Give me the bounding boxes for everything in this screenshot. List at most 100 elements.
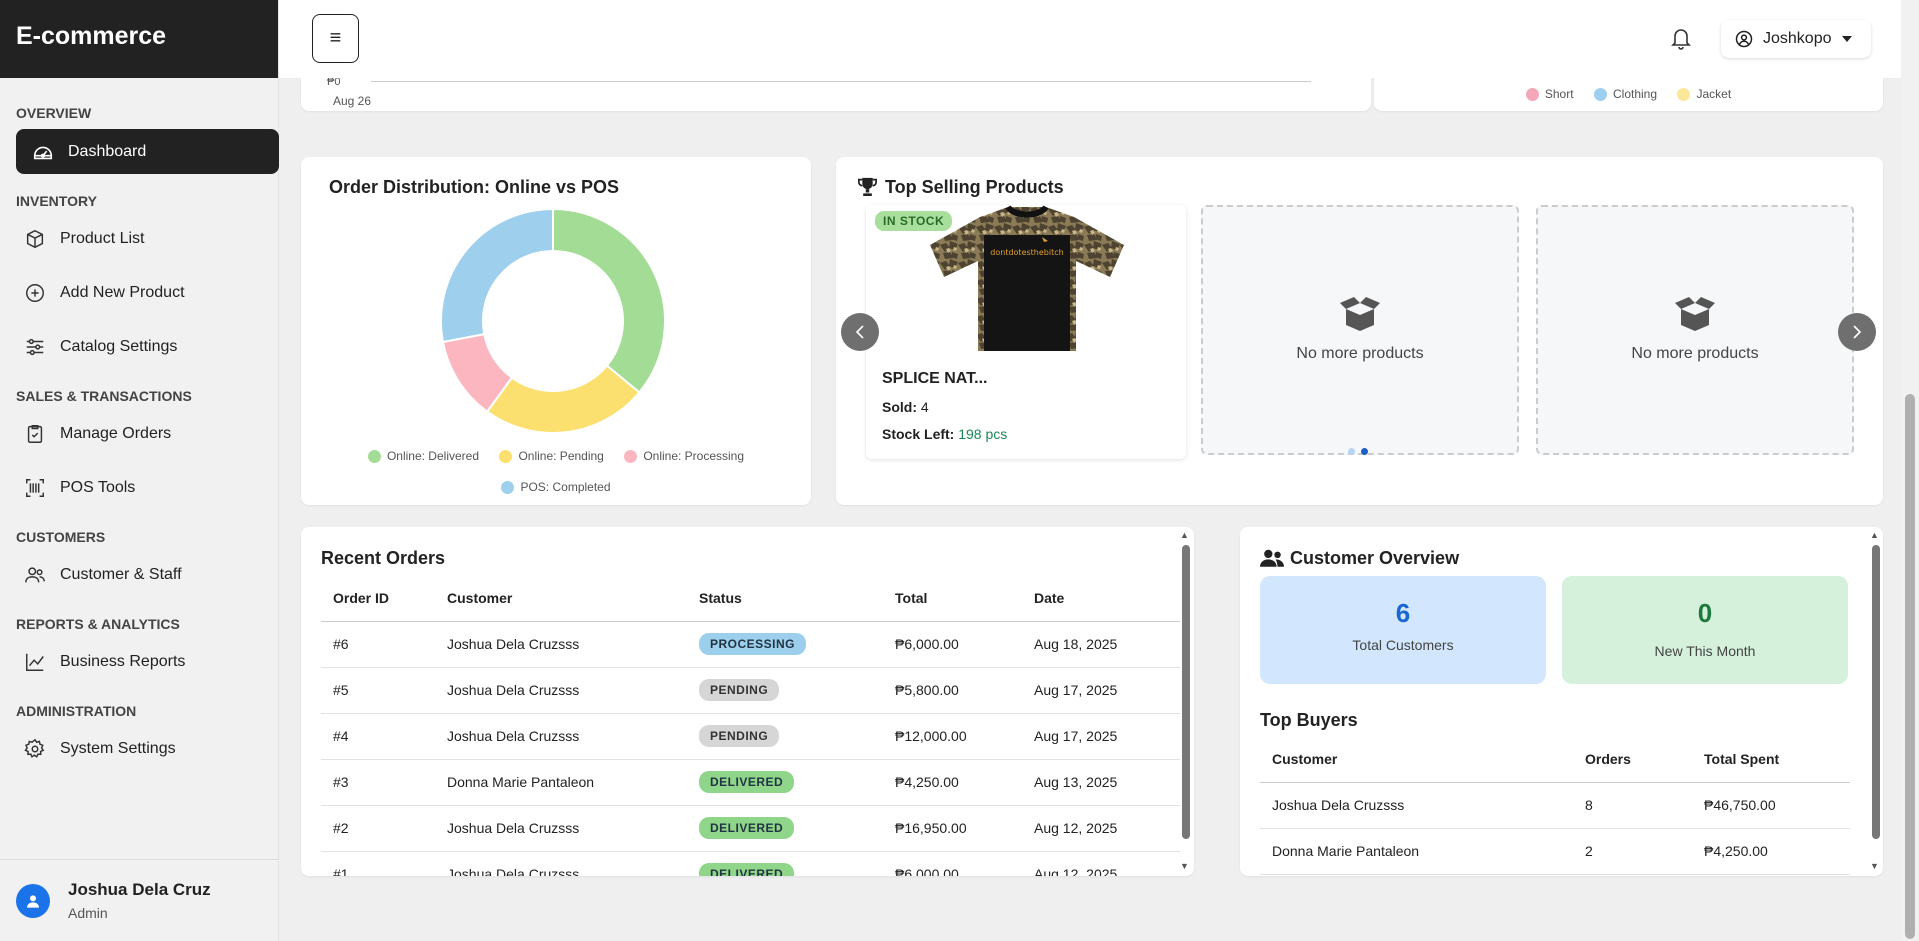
order-date: Aug 17, 2025	[1022, 713, 1180, 760]
status-cell: PENDING	[687, 667, 883, 714]
open-box-icon	[1675, 297, 1715, 331]
table-row[interactable]: #6 Joshua Dela Cruzsss PROCESSING ₱6,000.00…	[321, 621, 1180, 668]
col-status: Status	[687, 575, 883, 622]
sidebar-item-label: Manage Orders	[60, 425, 172, 442]
menu-toggle-button[interactable]: ≡	[312, 14, 359, 63]
sidebar-item-customer-staff[interactable]: Customer & Staff	[16, 553, 279, 597]
table-row[interactable]: #3 Donna Marie Pantaleon DELIVERED ₱4,250.0…	[321, 759, 1180, 806]
sidebar-item-dashboard[interactable]: Dashboard	[16, 129, 279, 174]
box-icon	[26, 229, 44, 249]
order-customer: Joshua Dela Cruzsss	[435, 667, 687, 714]
user-profile[interactable]: Joshua Dela Cruz Admin	[0, 859, 279, 941]
account-dropdown[interactable]: Joshkopo	[1721, 20, 1871, 58]
sidebar-item-label: System Settings	[60, 740, 176, 757]
col-total: Total	[883, 575, 1022, 622]
carousel-next-button[interactable]	[1838, 313, 1876, 351]
order-date: Aug 18, 2025	[1022, 621, 1180, 668]
scroll-down-arrow[interactable]: ▼	[1180, 861, 1189, 871]
col-total-spent: Total Spent	[1692, 736, 1850, 783]
order-total: ₱12,000.00	[883, 713, 1022, 760]
sidebar-item-catalog-settings[interactable]: Catalog Settings	[16, 325, 279, 369]
legend-swatch	[501, 480, 515, 494]
scroll-down-arrow[interactable]: ▼	[1870, 861, 1879, 871]
sidebar-item-label: Catalog Settings	[60, 338, 178, 355]
section-inventory: INVENTORY	[16, 193, 97, 209]
table-row[interactable]: #5 Joshua Dela Cruzsss PENDING ₱5,800.00 Aug…	[321, 667, 1180, 714]
page-scrollbar-thumb[interactable]	[1905, 394, 1915, 939]
order-total: ₱6,000.00	[883, 621, 1022, 668]
order-total: ₱5,800.00	[883, 667, 1022, 714]
top-buyers-table-wrap: Customer Orders Total Spent Joshua Dela …	[1260, 736, 1850, 875]
sidebar: E-commerce OVERVIEW Dashboard INVENTORY …	[0, 0, 279, 941]
col-orders: Orders	[1573, 736, 1692, 783]
product-card[interactable]: IN STOCK dontdotesthebitch SPLICE NAT...…	[866, 205, 1186, 459]
shirt-print-text: dontdotesthebitch	[990, 248, 1063, 257]
sidebar-item-business-reports[interactable]: Business Reports	[16, 640, 279, 684]
sidebar-item-product-list[interactable]: Product List	[16, 217, 279, 261]
empty-product-slot: No more products	[1201, 205, 1519, 455]
status-badge: PENDING	[699, 725, 780, 747]
order-id: #5	[321, 667, 435, 714]
sidebar-item-add-product[interactable]: Add New Product	[16, 271, 279, 315]
sidebar-item-label: POS Tools	[60, 479, 136, 496]
donut-slice-3[interactable]	[440, 207, 554, 344]
carousel-dot-active[interactable]	[1361, 448, 1368, 455]
legend-swatch	[499, 449, 513, 463]
donut-slice-0[interactable]	[552, 207, 666, 394]
card-title: Top Selling Products	[885, 177, 1064, 197]
card-title: Order Distribution: Online vs POS	[329, 177, 620, 197]
chevron-left-icon	[855, 325, 864, 339]
people-icon	[25, 567, 45, 583]
table-row[interactable]: Donna Marie Pantaleon 2 ₱4,250.00	[1260, 828, 1850, 875]
order-id: #1	[321, 851, 435, 876]
order-id: #2	[321, 805, 435, 852]
new-this-month-label: New This Month	[1654, 643, 1756, 659]
table-row[interactable]: #4 Joshua Dela Cruzsss PENDING ₱12,000.00 Au…	[321, 713, 1180, 760]
legend-label: Short	[1544, 87, 1574, 101]
sidebar-item-manage-orders[interactable]: Manage Orders	[16, 412, 279, 456]
buyer-name: Joshua Dela Cruzsss	[1260, 782, 1573, 829]
top-bar: ≡ Joshkopo	[279, 0, 1901, 78]
legend-item: Online: Pending	[499, 449, 604, 463]
col-customer: Customer	[1260, 736, 1573, 783]
caret-down-icon	[1841, 36, 1852, 42]
status-badge: DELIVERED	[699, 817, 795, 839]
sidebar-item-label: Business Reports	[60, 653, 186, 670]
legend-item: Online: Delivered	[367, 449, 479, 463]
x-tick-label: Aug 26	[333, 94, 372, 108]
table-row[interactable]: #2 Joshua Dela Cruzsss DELIVERED ₱16,950.00…	[321, 805, 1180, 852]
carousel-dot[interactable]	[1348, 448, 1355, 455]
chart-line-icon	[26, 653, 44, 671]
scroll-up-arrow[interactable]: ▲	[1180, 530, 1189, 540]
order-total: ₱6,000.00	[883, 851, 1022, 876]
main-content: ₱0 Aug 26 Short Clothing Jacket ≡ Joshko…	[279, 0, 1901, 941]
scrollbar-thumb[interactable]	[1182, 545, 1190, 839]
scrollbar-thumb[interactable]	[1872, 545, 1880, 839]
buyer-spent: ₱4,250.00	[1692, 828, 1850, 875]
carousel-prev-button[interactable]	[841, 313, 879, 351]
page-scrollbar[interactable]	[1901, 0, 1919, 941]
sold-label: Sold:	[882, 399, 917, 415]
user-role: Admin	[68, 905, 108, 921]
order-id: #4	[321, 713, 435, 760]
total-customers-label: Total Customers	[1352, 637, 1454, 653]
sidebar-item-label: Product List	[60, 230, 145, 247]
status-badge: DELIVERED	[699, 771, 795, 793]
sidebar-item-system-settings[interactable]: System Settings	[16, 727, 279, 771]
legend-item: Clothing	[1593, 87, 1657, 101]
sidebar-item-pos-tools[interactable]: POS Tools	[16, 466, 279, 510]
bell-icon[interactable]	[1671, 26, 1691, 50]
legend-item: Online: Processing	[624, 449, 744, 463]
sidebar-item-label: Dashboard	[68, 142, 147, 160]
buyer-orders: 8	[1573, 782, 1692, 829]
barcode-icon	[26, 479, 44, 497]
avatar	[16, 883, 50, 918]
table-row[interactable]: #1 Joshua Dela Cruzsss DELIVERED ₱6,000.00 A…	[321, 851, 1180, 876]
scroll-up-arrow[interactable]: ▲	[1870, 530, 1879, 540]
chevron-right-icon	[1853, 325, 1862, 339]
legend-item: Jacket	[1677, 87, 1731, 101]
recent-orders-table-wrap: Order ID Customer Status Total Date #6 Jo…	[321, 575, 1180, 876]
donut-chart	[440, 207, 666, 434]
table-row[interactable]: Joshua Dela Cruzsss 8 ₱46,750.00	[1260, 782, 1850, 829]
new-this-month-value: 0	[1697, 598, 1713, 628]
